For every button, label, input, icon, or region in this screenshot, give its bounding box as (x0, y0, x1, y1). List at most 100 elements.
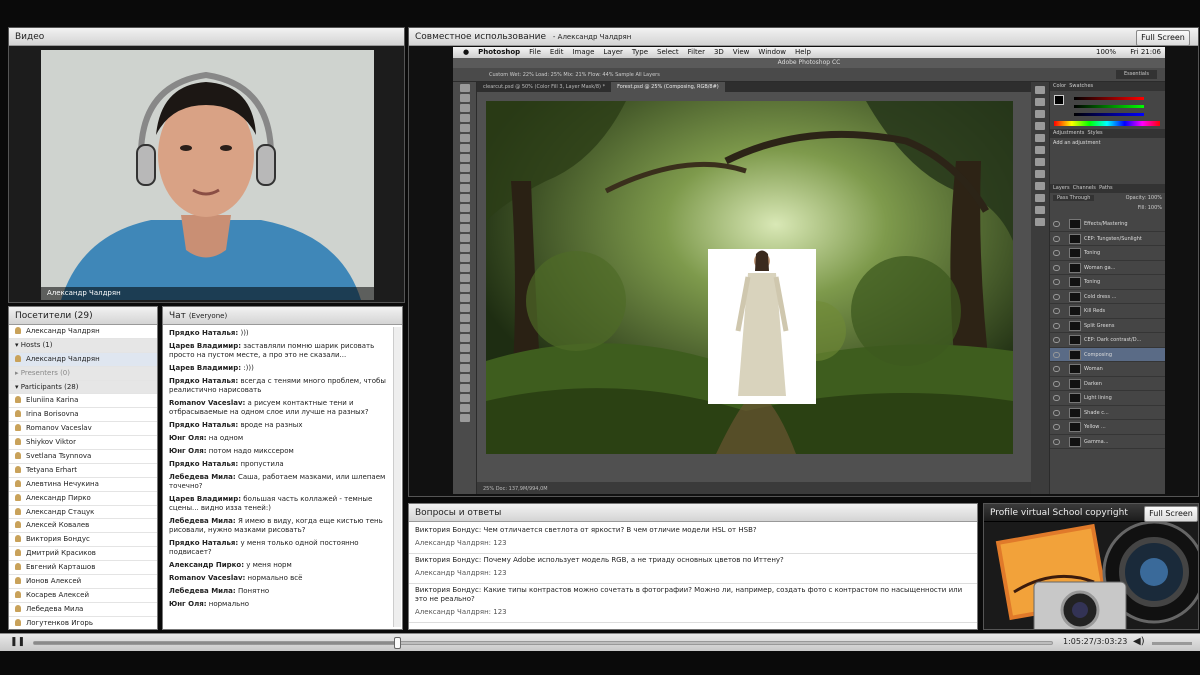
panel-icon[interactable] (1035, 122, 1045, 130)
eye-icon[interactable] (1053, 293, 1060, 300)
panel-icon[interactable] (1035, 98, 1045, 106)
tool-icon[interactable] (460, 314, 470, 322)
eye-icon[interactable] (1053, 438, 1060, 445)
layer-row[interactable]: CEP: Tungsten/Sunlight (1050, 232, 1165, 246)
layer-row[interactable]: Shade c... (1050, 406, 1165, 420)
color-ramp[interactable] (1054, 121, 1160, 126)
tool-icon[interactable] (460, 114, 470, 122)
profile-fullscreen-button[interactable]: Full Screen (1144, 506, 1198, 522)
tool-icon[interactable] (460, 194, 470, 202)
eye-icon[interactable] (1053, 366, 1060, 372)
paths-tab[interactable]: Paths (1099, 185, 1113, 191)
menu-item[interactable]: Layer (603, 48, 623, 56)
eye-icon[interactable] (1053, 308, 1060, 314)
participant-row[interactable]: Алевтина Нечукина (9, 478, 157, 492)
tool-icon[interactable] (460, 94, 470, 102)
tool-icon[interactable] (460, 144, 470, 152)
panel-icon[interactable] (1035, 206, 1045, 214)
participant-row[interactable]: Виктория Бондус (9, 533, 157, 548)
b-slider[interactable] (1074, 113, 1144, 116)
tool-icon[interactable] (460, 134, 470, 142)
participant-row[interactable]: Ионов Алексей (9, 575, 157, 589)
g-slider[interactable] (1074, 105, 1144, 108)
tool-icon[interactable] (460, 224, 470, 232)
tool-icon[interactable] (460, 274, 470, 282)
panel-icon[interactable] (1035, 110, 1045, 118)
layer-row[interactable]: Toning (1050, 275, 1165, 290)
tool-icon[interactable] (460, 374, 470, 382)
tool-icon[interactable] (460, 354, 470, 362)
channels-tab[interactable]: Channels (1073, 185, 1096, 191)
layer-row[interactable]: Woman ga... (1050, 261, 1165, 275)
tool-icon[interactable] (460, 264, 470, 272)
tool-icon[interactable] (460, 154, 470, 162)
tool-icon[interactable] (460, 284, 470, 292)
tool-icon[interactable] (460, 214, 470, 222)
adjustments-tab[interactable]: Adjustments (1053, 130, 1084, 136)
canvas-area[interactable] (477, 92, 1049, 482)
layer-row[interactable]: Kill Reds (1050, 304, 1165, 319)
layer-row[interactable]: Gamma... (1050, 435, 1165, 449)
menu-item[interactable]: Select (657, 48, 679, 56)
tool-icon[interactable] (460, 234, 470, 242)
panel-icon[interactable] (1035, 182, 1045, 190)
panel-icon[interactable] (1035, 170, 1045, 178)
participant-row[interactable]: Евгений Карташов (9, 561, 157, 576)
current-user-row[interactable]: Александр Чалдрян (9, 325, 157, 339)
eye-icon[interactable] (1053, 235, 1060, 242)
foreground-swatch[interactable] (1054, 95, 1064, 105)
workspace-select[interactable]: Essentials (1115, 70, 1157, 79)
tool-icon[interactable] (460, 244, 470, 252)
doc-tab-clearcut[interactable]: clearcut.psd @ 50% (Color Fill 3, Layer … (477, 84, 611, 90)
menu-item[interactable]: View (733, 48, 750, 56)
hosts-group[interactable]: ▾ Hosts (1) (9, 338, 157, 353)
panel-icon[interactable] (1035, 158, 1045, 166)
layers-tabs[interactable]: Layers Channels Paths (1050, 184, 1165, 193)
opacity-field[interactable]: Opacity: 100% (1126, 195, 1162, 201)
tool-icon[interactable] (460, 364, 470, 372)
eye-icon[interactable] (1053, 250, 1060, 256)
panel-icon[interactable] (1035, 134, 1045, 142)
layer-row[interactable]: Effects/Mastering (1050, 217, 1165, 232)
layer-row[interactable]: Light lining (1050, 391, 1165, 406)
tool-icon[interactable] (460, 174, 470, 182)
progress-thumb[interactable] (394, 637, 402, 649)
tool-icon[interactable] (460, 414, 470, 422)
tool-icon[interactable] (460, 394, 470, 402)
tool-icon[interactable] (460, 124, 470, 132)
menu-item[interactable]: Photoshop (478, 48, 520, 56)
tool-icon[interactable] (460, 324, 470, 332)
color-tab[interactable]: Color (1053, 83, 1066, 89)
tool-icon[interactable] (460, 334, 470, 342)
tool-icon[interactable] (460, 254, 470, 262)
layers-tab[interactable]: Layers (1053, 185, 1070, 191)
menu-item[interactable]: Type (632, 48, 648, 56)
participant-row[interactable]: Алексей Ковалев (9, 519, 157, 534)
tool-icon[interactable] (460, 384, 470, 392)
menu-item[interactable]: Window (758, 48, 786, 56)
qa-question[interactable]: Виктория Бондус: Чем отличается светлота… (409, 524, 977, 537)
layer-row[interactable]: Composing (1050, 347, 1165, 362)
menu-item[interactable]: Edit (550, 48, 564, 56)
pause-icon[interactable]: ❚❚ (10, 637, 25, 647)
participant-row[interactable]: Дмитрий Красиков (9, 547, 157, 562)
eye-icon[interactable] (1053, 395, 1060, 401)
participant-row[interactable]: Александр Пирко (9, 492, 157, 506)
participant-row[interactable]: Логутенков Игорь (9, 617, 157, 629)
participants-group[interactable]: ▾ Participants (28) (9, 380, 157, 395)
tool-icon[interactable] (460, 104, 470, 112)
tool-icon[interactable] (460, 344, 470, 352)
panel-icon[interactable] (1035, 146, 1045, 154)
tool-icon[interactable] (460, 84, 470, 92)
eye-icon[interactable] (1053, 351, 1060, 358)
eye-icon[interactable] (1053, 279, 1060, 285)
tool-icon[interactable] (460, 164, 470, 172)
layer-row[interactable]: Darken (1050, 377, 1165, 391)
eye-icon[interactable] (1053, 337, 1060, 343)
participant-row[interactable]: Лебедева Мила (9, 603, 157, 617)
qa-question[interactable]: Виктория Бондус: Почему Adobe использует… (409, 554, 977, 567)
doc-tab-forest[interactable]: Forest.psd @ 25% (Composing, RGB/8#) (611, 82, 725, 92)
participant-row[interactable]: Shiykov Viktor (9, 436, 157, 451)
tool-icon[interactable] (460, 304, 470, 312)
eye-icon[interactable] (1053, 380, 1060, 387)
